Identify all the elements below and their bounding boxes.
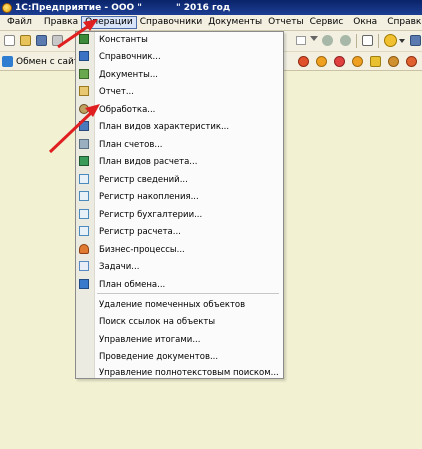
open-folder-icon[interactable] bbox=[20, 35, 31, 46]
menu-item-post-documents[interactable]: Проведение документов... bbox=[75, 348, 282, 365]
forward-icon[interactable] bbox=[340, 35, 351, 46]
window-icon[interactable] bbox=[362, 35, 373, 46]
catalog-icon bbox=[79, 51, 89, 61]
menu-item-label: Поиск ссылок на объекты bbox=[99, 316, 216, 327]
calculation-register-icon bbox=[79, 226, 89, 236]
processing-icon bbox=[79, 104, 89, 114]
window-title: 1С:Предприятие - ООО " bbox=[15, 2, 142, 13]
menu-operations[interactable]: Операции bbox=[81, 16, 137, 29]
tasks-icon bbox=[79, 261, 89, 271]
menu-item-label: Задачи... bbox=[99, 261, 140, 272]
app-icon bbox=[2, 2, 12, 13]
menu-item-find-references[interactable]: Поиск ссылок на объекты bbox=[75, 313, 282, 330]
menu-item-label: Отчет... bbox=[99, 86, 134, 97]
calculator-icon[interactable] bbox=[298, 56, 309, 67]
info-icon[interactable] bbox=[384, 34, 397, 47]
menu-item-catalog[interactable]: Справочник... bbox=[75, 48, 282, 65]
menu-item-label: Константы bbox=[99, 34, 148, 45]
menu-item-documents[interactable]: Документы... bbox=[75, 66, 282, 83]
user-icon[interactable] bbox=[388, 56, 399, 67]
lock-icon[interactable] bbox=[370, 56, 381, 67]
menu-item-label: Управление итогами... bbox=[99, 334, 201, 345]
menu-item-label: Управление полнотекстовым поиском... bbox=[99, 367, 279, 378]
menu-item-label: Документы... bbox=[99, 69, 158, 80]
menu-item-label: Справочник... bbox=[99, 51, 161, 62]
calculation-plan-icon bbox=[79, 156, 89, 166]
menu-item-label: Удаление помеченных объектов bbox=[99, 299, 246, 310]
menu-documents[interactable]: Документы bbox=[205, 16, 265, 29]
menu-item-label: Проведение документов... bbox=[99, 351, 219, 362]
coins-icon[interactable] bbox=[352, 56, 363, 67]
menu-file[interactable]: Файл bbox=[4, 16, 35, 29]
operations-menu-items: Константы Справочник... Документы... Отч… bbox=[75, 31, 284, 379]
menu-bar: Файл Правка Операции Справочники Докумен… bbox=[0, 15, 422, 31]
accounts-plan-icon bbox=[79, 139, 89, 149]
help-icon[interactable] bbox=[410, 35, 421, 46]
currency-icon[interactable] bbox=[334, 56, 345, 67]
menu-item-label: Регистр расчета... bbox=[99, 226, 181, 237]
report-icon bbox=[79, 86, 89, 96]
menu-item-label: Бизнес-процессы... bbox=[99, 244, 185, 255]
menu-service[interactable]: Сервис bbox=[307, 16, 347, 29]
characteristics-plan-icon bbox=[79, 121, 89, 131]
accounting-register-icon bbox=[79, 209, 89, 219]
menu-item-fulltext-search[interactable]: Управление полнотекстовым поиском... bbox=[75, 364, 282, 381]
menu-item-calculation-plan[interactable]: План видов расчета... bbox=[75, 153, 282, 170]
window-title-year: " 2016 год bbox=[175, 2, 231, 13]
menu-item-tasks[interactable]: Задачи... bbox=[75, 258, 282, 275]
dropdown-box-icon[interactable] bbox=[296, 36, 306, 45]
menu-item-accounting-register[interactable]: Регистр бухгалтерии... bbox=[75, 206, 282, 223]
menu-item-business-processes[interactable]: Бизнес-процессы... bbox=[75, 241, 282, 258]
menu-help[interactable]: Справка bbox=[384, 16, 422, 29]
workspace-left-area bbox=[0, 71, 72, 449]
menu-item-info-register[interactable]: Регистр сведений... bbox=[75, 171, 282, 188]
save-icon[interactable] bbox=[36, 35, 47, 46]
menu-item-constants[interactable]: Константы bbox=[75, 31, 282, 48]
info-register-icon bbox=[79, 174, 89, 184]
business-process-icon bbox=[79, 244, 89, 254]
menu-item-label: Регистр бухгалтерии... bbox=[99, 209, 203, 220]
menu-item-accumulation-register[interactable]: Регистр накопления... bbox=[75, 188, 282, 205]
title-bar: 1С:Предприятие - ООО " " 2016 год bbox=[0, 0, 422, 15]
exchange-plan-icon bbox=[79, 279, 89, 289]
menu-reports[interactable]: Отчеты bbox=[265, 16, 307, 29]
menu-item-label: План обмена... bbox=[99, 279, 166, 290]
exchange-button[interactable]: Обмен с сайто bbox=[2, 55, 85, 68]
menu-item-manage-totals[interactable]: Управление итогами... bbox=[75, 331, 282, 348]
menu-item-accounts-plan[interactable]: План счетов... bbox=[75, 136, 282, 153]
menu-item-report[interactable]: Отчет... bbox=[75, 83, 282, 100]
menu-item-exchange-plan[interactable]: План обмена... bbox=[75, 276, 282, 293]
menu-item-processing[interactable]: Обработка... bbox=[75, 101, 282, 118]
menu-windows[interactable]: Окна bbox=[350, 16, 380, 29]
exchange-icon bbox=[2, 56, 13, 67]
toolbar-separator bbox=[378, 34, 379, 48]
chevron-down-icon[interactable] bbox=[399, 39, 405, 45]
menu-item-characteristics-plan[interactable]: План видов характеристик... bbox=[75, 118, 282, 135]
print-icon[interactable] bbox=[52, 35, 63, 46]
menu-edit[interactable]: Правка bbox=[41, 16, 81, 29]
back-icon[interactable] bbox=[322, 35, 333, 46]
accumulation-register-icon bbox=[79, 191, 89, 201]
menu-item-label: План видов характеристик... bbox=[99, 121, 230, 132]
menu-item-label: План счетов... bbox=[99, 139, 163, 150]
toolbar-separator bbox=[356, 34, 357, 48]
menu-item-label: Обработка... bbox=[99, 104, 156, 115]
menu-item-delete-marked[interactable]: Удаление помеченных объектов bbox=[75, 296, 282, 313]
documents-icon bbox=[79, 69, 89, 79]
tools-icon[interactable] bbox=[406, 56, 417, 67]
calendar-icon[interactable] bbox=[316, 56, 327, 67]
constants-icon bbox=[79, 34, 89, 44]
chevron-down-icon[interactable] bbox=[310, 36, 318, 44]
menu-item-calculation-register[interactable]: Регистр расчета... bbox=[75, 223, 282, 240]
menu-item-label: Регистр накопления... bbox=[99, 191, 199, 202]
menu-catalogs[interactable]: Справочники bbox=[137, 16, 206, 29]
menu-item-label: План видов расчета... bbox=[99, 156, 198, 167]
menu-item-label: Регистр сведений... bbox=[99, 174, 188, 185]
new-document-icon[interactable] bbox=[4, 35, 15, 46]
menu-separator bbox=[97, 293, 279, 294]
